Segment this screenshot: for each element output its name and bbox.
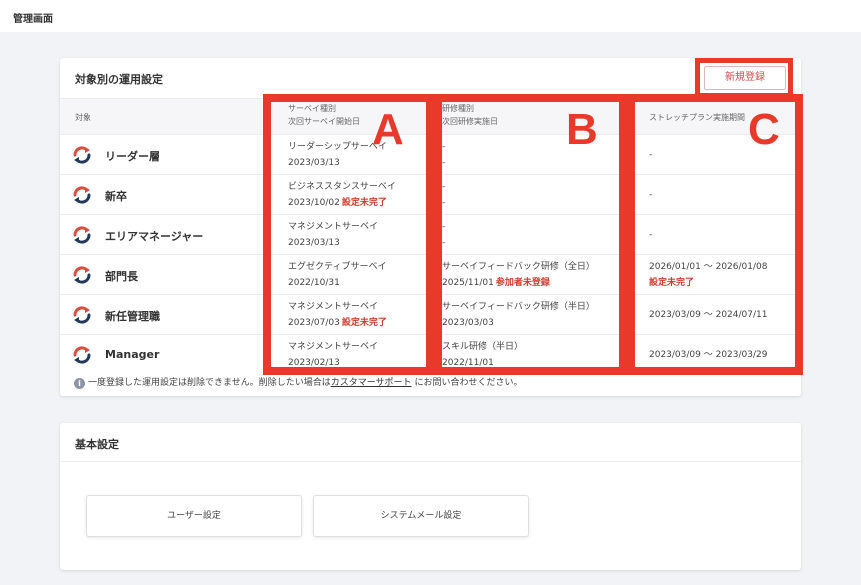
row-target-label: エリアマネージャー xyxy=(105,230,204,243)
annotation-letter-c: C xyxy=(748,105,780,154)
table-row[interactable]: 新任管理職 マネジメントサーベイ 2023/07/03 設定未完了 サーベイフィードバッ… xyxy=(60,294,801,334)
training-cell: サーベイフィードバック研修（全日） 2025/11/01 参加者未登録 xyxy=(442,259,595,291)
stretch-period: - xyxy=(649,150,653,160)
cycle-icon xyxy=(72,346,92,364)
annotation-letter-a: A xyxy=(372,105,404,154)
annotation-letter-b: B xyxy=(566,105,598,154)
training-date: - xyxy=(442,238,446,248)
basic-settings-card: 基本設定 ユーザー設定 システムメール設定 xyxy=(60,423,801,570)
survey-name: マネジメントサーベイ xyxy=(288,342,379,352)
cycle-icon xyxy=(72,306,92,324)
table-row[interactable]: エリアマネージャー マネジメントサーベイ 2023/03/13- - - xyxy=(60,214,801,254)
row-target-label: 新卒 xyxy=(105,190,127,203)
stretch-cell: 2023/03/09 ～ 2024/07/11 xyxy=(649,307,767,323)
stretch-status: 設定未完了 xyxy=(649,278,695,288)
system-mail-settings-button[interactable]: システムメール設定 xyxy=(313,495,529,537)
cycle-icon xyxy=(72,146,92,164)
table-row[interactable]: 新卒 ビジネススタンスサーベイ 2023/10/02 設定未完了 - - - xyxy=(60,174,801,214)
operations-card: 対象別の運用設定 新規登録 対象 サーベイ種別 次回サーベイ開始日 研修種別 次… xyxy=(60,58,801,396)
cycle-icon xyxy=(72,266,92,284)
survey-name: マネジメントサーベイ xyxy=(288,222,379,232)
survey-date: 2023/10/02 xyxy=(288,198,340,208)
training-name: サーベイフィードバック研修（全日） xyxy=(442,262,595,272)
stretch-period: 2026/01/01 ～ 2026/01/08 xyxy=(649,262,768,272)
training-cell: スキル研修（半日） 2022/11/01 xyxy=(442,339,523,371)
new-registration-button[interactable]: 新規登録 xyxy=(704,66,786,90)
training-date: 2022/11/01 xyxy=(442,358,494,368)
stretch-period: 2023/03/09 ～ 2024/07/11 xyxy=(649,310,768,320)
cycle-icon xyxy=(72,226,92,244)
table-row[interactable]: 部門長 エグゼクティブサーベイ 2022/10/31 サーベイフィードバック研修（全日… xyxy=(60,254,801,294)
stretch-period: - xyxy=(649,190,653,200)
note-prefix: 一度登録した運用設定は削除できません。削除したい場合は xyxy=(88,378,331,388)
col-survey-type: サーベイ種別 xyxy=(288,104,336,113)
top-bar: 管理画面 xyxy=(0,0,861,32)
stretch-cell: - xyxy=(649,187,652,203)
stretch-period: 2023/03/09 ～ 2023/03/29 xyxy=(649,350,768,360)
table-row[interactable]: リーダー層 リーダーシップサーベイ 2023/03/13- - - xyxy=(60,134,801,174)
stretch-cell: 2023/03/09 ～ 2023/03/29 xyxy=(649,347,767,363)
stretch-cell: - xyxy=(649,227,652,243)
training-name: - xyxy=(442,222,446,232)
survey-date: 2023/03/13 xyxy=(288,158,340,168)
operations-title: 対象別の運用設定 xyxy=(75,73,163,86)
survey-date: 2022/10/31 xyxy=(288,278,340,288)
survey-name: エグゼクティブサーベイ xyxy=(288,262,387,272)
table-header: 対象 サーベイ種別 次回サーベイ開始日 研修種別 次回研修実施日 ストレッチプラ… xyxy=(60,98,801,134)
user-settings-button[interactable]: ユーザー設定 xyxy=(86,495,302,537)
divider xyxy=(60,461,801,462)
training-date: - xyxy=(442,198,446,208)
note-suffix: にお問い合わせください。 xyxy=(414,378,523,388)
row-target-label: Manager xyxy=(105,348,160,361)
survey-cell: マネジメントサーベイ 2023/03/13 xyxy=(288,219,378,251)
info-icon: i xyxy=(74,378,85,389)
col-target: 対象 xyxy=(75,113,91,122)
stretch-cell: 2026/01/01 ～ 2026/01/08 設定未完了 xyxy=(649,259,767,291)
survey-date: 2023/07/03 xyxy=(288,318,340,328)
survey-date: 2023/02/13 xyxy=(288,358,340,368)
survey-cell: マネジメントサーベイ 2023/07/03 設定未完了 xyxy=(288,299,387,331)
survey-name: マネジメントサーベイ xyxy=(288,302,379,312)
row-target-label: 新任管理職 xyxy=(105,310,160,323)
survey-cell: マネジメントサーベイ 2023/02/13 xyxy=(288,339,378,371)
training-date: 2023/03/03 xyxy=(442,318,494,328)
survey-cell: ビジネススタンスサーベイ 2023/10/02 設定未完了 xyxy=(288,179,396,211)
cycle-icon xyxy=(72,186,92,204)
page-title: 管理画面 xyxy=(13,14,53,25)
col-training-date: 次回研修実施日 xyxy=(442,117,498,126)
training-date: - xyxy=(442,158,446,168)
training-name: - xyxy=(442,182,446,192)
stretch-period: - xyxy=(649,230,653,240)
survey-name: ビジネススタンスサーベイ xyxy=(288,182,396,192)
col-training-type: 研修種別 xyxy=(442,104,474,113)
training-name: - xyxy=(442,142,446,152)
training-cell: -- xyxy=(442,219,447,251)
customer-support-link[interactable]: カスタマーサポート xyxy=(331,378,412,388)
training-cell: サーベイフィードバック研修（半日） 2023/03/03 xyxy=(442,299,595,331)
basic-settings-title: 基本設定 xyxy=(75,438,119,451)
table-row[interactable]: Manager マネジメントサーベイ 2023/02/13 スキル研修（半日） 2022… xyxy=(60,334,801,374)
training-status: 参加者未登録 xyxy=(495,278,550,288)
survey-status: 設定未完了 xyxy=(341,318,387,328)
training-cell: -- xyxy=(442,139,447,171)
survey-cell: エグゼクティブサーベイ 2022/10/31 xyxy=(288,259,386,291)
col-stretch-period: ストレッチプラン実施期間 xyxy=(649,113,745,122)
delete-note: i 一度登録した運用設定は削除できません。削除したい場合はカスタマーサポート にお… xyxy=(74,375,522,389)
training-cell: -- xyxy=(442,179,447,211)
row-target-label: リーダー層 xyxy=(105,150,160,163)
training-name: サーベイフィードバック研修（半日） xyxy=(442,302,595,312)
training-name: スキル研修（半日） xyxy=(442,342,524,352)
row-target-label: 部門長 xyxy=(105,270,138,283)
survey-date: 2023/03/13 xyxy=(288,238,340,248)
stretch-cell: - xyxy=(649,147,652,163)
training-date: 2025/11/01 xyxy=(442,278,494,288)
col-survey-date: 次回サーベイ開始日 xyxy=(288,117,360,126)
survey-status: 設定未完了 xyxy=(341,198,387,208)
